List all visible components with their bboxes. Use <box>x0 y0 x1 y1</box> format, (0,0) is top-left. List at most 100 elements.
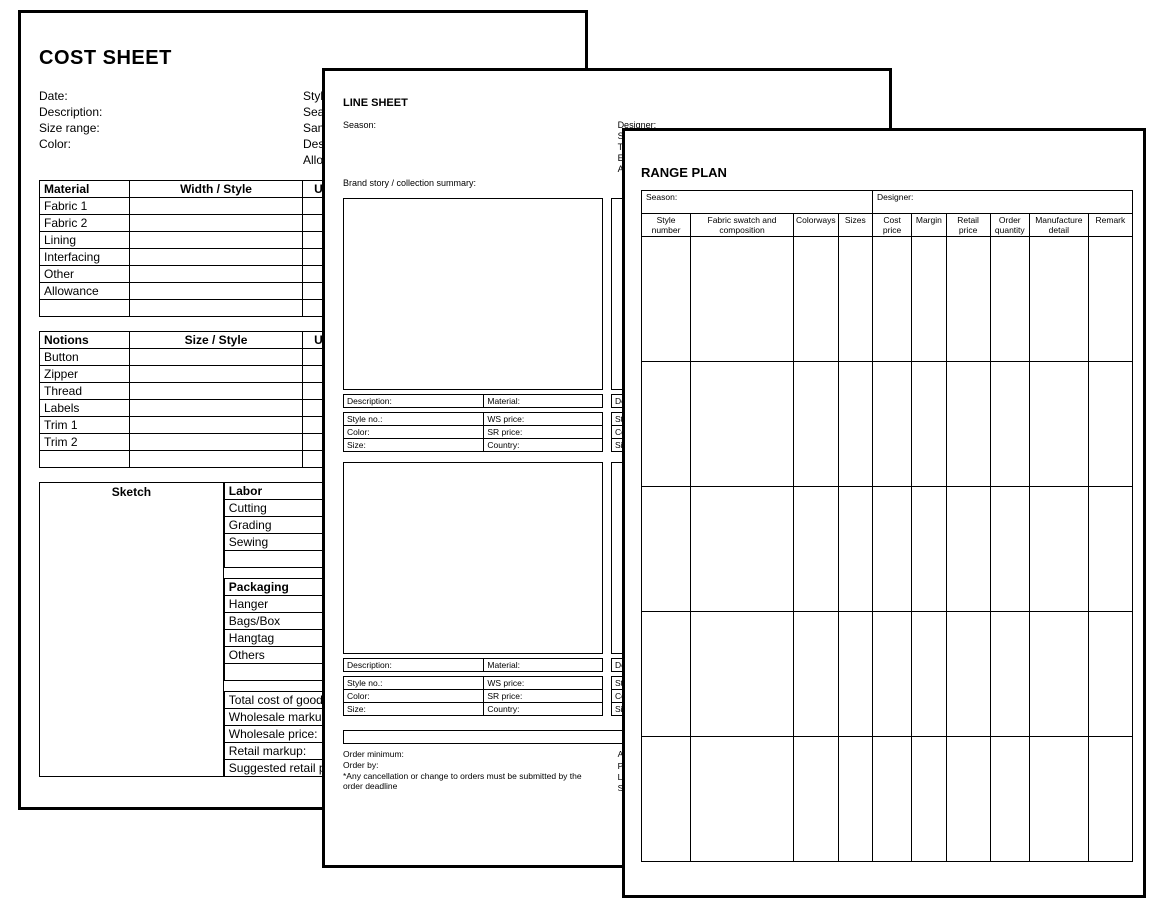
range-cell <box>872 487 911 612</box>
cell <box>129 198 303 215</box>
range-cell <box>872 362 911 487</box>
range-cell <box>946 487 990 612</box>
range-col-header: Order quantity <box>990 214 1029 237</box>
range-cell <box>946 612 990 737</box>
card-field: SR price: <box>484 426 603 439</box>
cell: Fabric 2 <box>40 215 130 232</box>
col-header: Material <box>40 181 130 198</box>
line-footer_left: Order by: <box>343 759 596 770</box>
range-cell <box>990 362 1029 487</box>
card-field: Style no.: <box>344 677 484 690</box>
cell <box>129 300 303 317</box>
range-cell <box>872 237 911 362</box>
cell <box>129 232 303 249</box>
line-footer_left: Order minimum: <box>343 748 596 759</box>
cell <box>129 283 303 300</box>
range-cell <box>990 487 1029 612</box>
card-field: Color: <box>344 426 484 439</box>
cell: Trim 2 <box>40 434 130 451</box>
range-cell <box>838 362 872 487</box>
range-cell <box>1029 612 1088 737</box>
range-designer-label: Designer: <box>872 191 1132 214</box>
range-cell <box>1088 487 1132 612</box>
line-meta_left: Season: <box>343 119 596 130</box>
range-col-header: Remark <box>1088 214 1132 237</box>
range-cell <box>691 237 794 362</box>
product-card: Description:Material:Style no.:WS price:… <box>343 198 603 452</box>
range-cell <box>838 237 872 362</box>
range-cell <box>642 237 691 362</box>
range-cell <box>912 487 946 612</box>
range-cell <box>990 612 1029 737</box>
range-cell <box>793 487 838 612</box>
card-field: Style no.: <box>344 413 484 426</box>
range-cell <box>912 612 946 737</box>
range-cell <box>1029 362 1088 487</box>
cell: Allowance <box>40 283 130 300</box>
sketch-box: Sketch <box>39 482 224 777</box>
range-cell <box>912 237 946 362</box>
range-cell <box>990 237 1029 362</box>
cell <box>40 451 130 468</box>
line-footer_left: *Any cancellation or change to orders mu… <box>343 770 596 791</box>
cell: Other <box>40 266 130 283</box>
col-header: Width / Style <box>129 181 303 198</box>
card-field: Color: <box>344 690 484 703</box>
cell: Button <box>40 349 130 366</box>
cost-meta_left: Date: <box>39 88 303 104</box>
range-cell <box>691 737 794 862</box>
cell: Lining <box>40 232 130 249</box>
range-cell <box>1088 737 1132 862</box>
cell <box>129 266 303 283</box>
range-plan-page: RANGE PLAN Season:Designer:Style numberF… <box>622 128 1146 898</box>
cell: Zipper <box>40 366 130 383</box>
range-col-header: Cost price <box>872 214 911 237</box>
range-col-header: Fabric swatch and composition <box>691 214 794 237</box>
col-header: Notions <box>40 332 130 349</box>
sketch-header: Sketch <box>40 483 223 501</box>
card-field: WS price: <box>484 677 603 690</box>
range-cell <box>1029 237 1088 362</box>
range-cell <box>838 737 872 862</box>
product-image-box <box>343 198 603 390</box>
range-cell <box>793 737 838 862</box>
range-cell <box>838 487 872 612</box>
range-cell <box>872 737 911 862</box>
range-cell <box>946 237 990 362</box>
card-field: Country: <box>484 703 603 716</box>
range-cell <box>642 737 691 862</box>
col-header: Size / Style <box>129 332 303 349</box>
cell: Trim 1 <box>40 417 130 434</box>
cell <box>129 366 303 383</box>
cost-meta_left: Size range: <box>39 120 303 136</box>
cell <box>129 434 303 451</box>
card-field: Country: <box>484 439 603 452</box>
range-cell <box>691 362 794 487</box>
range-cell <box>1088 612 1132 737</box>
card-field: SR price: <box>484 690 603 703</box>
card-field: Description: <box>344 395 484 408</box>
range-cell <box>1029 737 1088 862</box>
range-cell <box>642 362 691 487</box>
cost-meta_left: Description: <box>39 104 303 120</box>
cell <box>129 215 303 232</box>
range-cell <box>1088 237 1132 362</box>
cell: Interfacing <box>40 249 130 266</box>
range-cell <box>990 737 1029 862</box>
card-field: WS price: <box>484 413 603 426</box>
range-cell <box>691 487 794 612</box>
range-cell <box>1029 487 1088 612</box>
cell <box>129 417 303 434</box>
range-cell <box>912 362 946 487</box>
range-cell <box>691 612 794 737</box>
product-image-box <box>343 462 603 654</box>
cell <box>129 400 303 417</box>
cell <box>129 249 303 266</box>
range-cell <box>642 487 691 612</box>
card-field: Size: <box>344 703 484 716</box>
cell <box>40 300 130 317</box>
line-sheet-title: LINE SHEET <box>343 97 871 109</box>
range-plan-title: RANGE PLAN <box>641 165 1133 180</box>
cell: Fabric 1 <box>40 198 130 215</box>
range-cell <box>793 612 838 737</box>
